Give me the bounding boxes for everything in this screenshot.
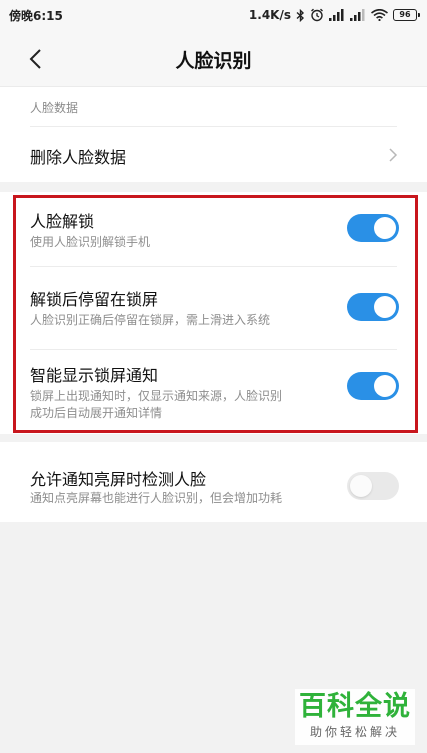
stay-on-lockscreen-row[interactable]: 解锁后停留在锁屏 人脸识别正确后停留在锁屏，需上滑进入系统 bbox=[0, 280, 427, 350]
bluetooth-icon bbox=[296, 8, 305, 22]
unlock-settings-section: 人脸解锁 使用人脸识别解锁手机 解锁后停留在锁屏 人脸识别正确后停留在锁屏，需上… bbox=[0, 192, 427, 434]
smart-notification-toggle[interactable] bbox=[347, 372, 399, 400]
status-icons: 1.4K/s 96 bbox=[248, 8, 420, 22]
wifi-icon bbox=[371, 9, 388, 21]
face-data-section: 人脸数据 删除人脸数据 bbox=[0, 86, 427, 182]
alarm-icon bbox=[311, 8, 323, 22]
notification-detect-subtitle: 通知点亮屏幕也能进行人脸识别，但会增加功耗 bbox=[30, 491, 283, 505]
smart-notification-title: 智能显示锁屏通知 bbox=[30, 366, 159, 385]
notification-detect-row[interactable]: 允许通知亮屏时检测人脸 通知点亮屏幕也能进行人脸识别，但会增加功耗 bbox=[0, 442, 427, 522]
watermark-sub: 助你轻松解决 bbox=[309, 725, 400, 739]
signal-icon-2 bbox=[350, 9, 365, 21]
notification-detect-title: 允许通知亮屏时检测人脸 bbox=[30, 470, 207, 489]
chevron-right-icon bbox=[389, 148, 398, 162]
notification-detect-section: 允许通知亮屏时检测人脸 通知点亮屏幕也能进行人脸识别，但会增加功耗 bbox=[0, 442, 427, 522]
signal-icon bbox=[329, 9, 344, 21]
toggle-knob bbox=[374, 296, 396, 318]
status-bar: 傍晚6:15 1.4K/s 96 bbox=[0, 0, 427, 30]
section-header: 人脸数据 bbox=[30, 101, 79, 115]
smart-notification-row[interactable]: 智能显示锁屏通知 锁屏上出现通知时，仅显示通知来源，人脸识别 成功后自动展开通知… bbox=[0, 350, 427, 434]
toggle-knob bbox=[350, 475, 372, 497]
face-unlock-row[interactable]: 人脸解锁 使用人脸识别解锁手机 bbox=[0, 192, 427, 266]
page-title: 人脸识别 bbox=[175, 50, 252, 72]
stay-on-lockscreen-title: 解锁后停留在锁屏 bbox=[30, 290, 159, 309]
face-unlock-subtitle: 使用人脸识别解锁手机 bbox=[30, 235, 151, 249]
watermark-logo: 百科全说 助你轻松解决 bbox=[295, 689, 415, 745]
network-speed: 1.4K/s bbox=[248, 8, 291, 22]
status-time: 傍晚6:15 bbox=[9, 8, 63, 23]
divider bbox=[30, 266, 397, 267]
notification-detect-toggle[interactable] bbox=[347, 472, 399, 500]
battery-icon: 96 bbox=[393, 9, 420, 21]
subtitle-line-1: 锁屏上出现通知时，仅显示通知来源，人脸识别 bbox=[30, 389, 283, 403]
face-unlock-title: 人脸解锁 bbox=[30, 212, 95, 231]
smart-notification-subtitle: 锁屏上出现通知时，仅显示通知来源，人脸识别 成功后自动展开通知详情 bbox=[30, 388, 350, 422]
face-unlock-toggle[interactable] bbox=[347, 214, 399, 242]
stay-on-lockscreen-subtitle: 人脸识别正确后停留在锁屏，需上滑进入系统 bbox=[30, 313, 271, 327]
watermark-main: 百科全说 bbox=[299, 691, 411, 722]
toggle-knob bbox=[374, 217, 396, 239]
toggle-knob bbox=[374, 375, 396, 397]
title-bar: 人脸识别 bbox=[0, 30, 427, 86]
subtitle-line-2: 成功后自动展开通知详情 bbox=[30, 406, 163, 420]
delete-face-data-row[interactable]: 删除人脸数据 bbox=[0, 127, 427, 183]
stay-on-lockscreen-toggle[interactable] bbox=[347, 293, 399, 321]
delete-face-data-label: 删除人脸数据 bbox=[30, 148, 127, 167]
